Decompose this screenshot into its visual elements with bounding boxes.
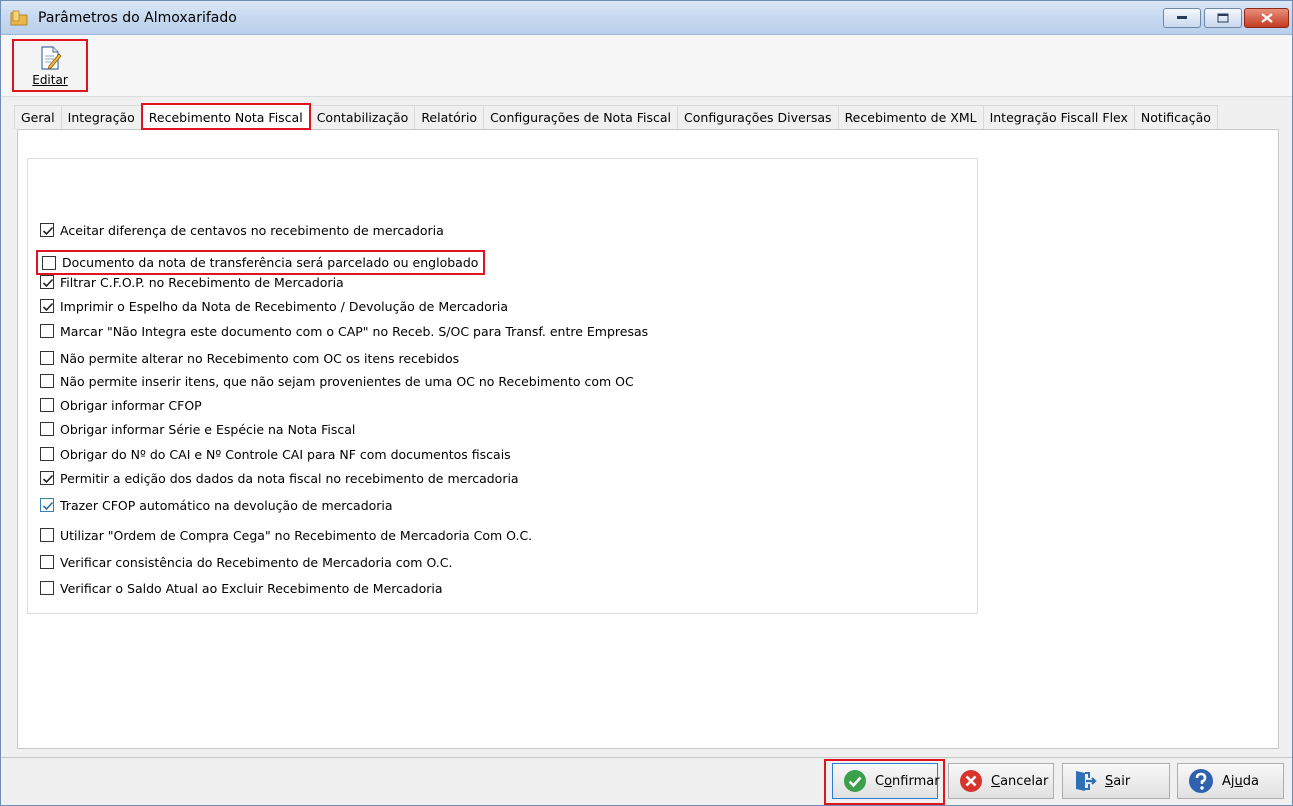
option-label: Trazer CFOP automático na devolução de m…	[60, 497, 393, 513]
checkmark-icon	[42, 302, 54, 312]
checkbox-checked[interactable]	[40, 299, 54, 313]
tab-integracao[interactable]: Integração	[60, 105, 142, 129]
option-label: Utilizar "Ordem de Compra Cega" no Receb…	[60, 527, 533, 543]
option-label: Permitir a edição dos dados da nota fisc…	[60, 470, 519, 486]
help-circle-icon	[1189, 769, 1213, 793]
tab-notificacao[interactable]: Notificação	[1133, 105, 1218, 129]
edit-button[interactable]: Editar	[12, 39, 88, 92]
checkbox-unchecked[interactable]	[40, 555, 54, 569]
option-label: Imprimir o Espelho da Nota de Recebiment…	[60, 298, 509, 314]
tab-relatorio[interactable]: Relatório	[414, 105, 485, 129]
tab-contabilizacao[interactable]: Contabilização	[309, 105, 416, 129]
tab-geral[interactable]: Geral	[14, 105, 62, 129]
option-row[interactable]: Obrigar do Nº do CAI e Nº Controle CAI p…	[40, 445, 511, 463]
tab-configuracoes-de-nota-fiscal[interactable]: Configurações de Nota Fiscal	[483, 105, 679, 129]
cancel-button[interactable]: Cancelar	[948, 763, 1054, 799]
maximize-icon	[1217, 13, 1229, 23]
option-row[interactable]: Marcar "Não Integra este documento com o…	[40, 322, 648, 340]
confirm-label: Confirmar	[875, 773, 940, 789]
option-label: Filtrar C.F.O.P. no Recebimento de Merca…	[60, 274, 344, 290]
checkbox-unchecked[interactable]	[42, 255, 56, 270]
checkmark-icon	[42, 278, 54, 288]
tab-recebimento-nota-fiscal[interactable]: Recebimento Nota Fiscal	[140, 103, 311, 130]
checkbox-checked[interactable]	[40, 275, 54, 289]
option-label: Obrigar informar Série e Espécie na Nota…	[60, 421, 356, 437]
option-row[interactable]: Trazer CFOP automático na devolução de m…	[40, 496, 393, 514]
checkbox-unchecked[interactable]	[40, 398, 54, 412]
checkbox-unchecked[interactable]	[40, 324, 54, 338]
check-circle-icon	[844, 770, 866, 792]
tab-recebimento-de-xml[interactable]: Recebimento de XML	[837, 105, 984, 129]
option-label: Não permite inserir itens, que não sejam…	[60, 373, 634, 389]
option-label: Não permite alterar no Recebimento com O…	[60, 350, 460, 366]
minimize-icon	[1177, 16, 1187, 19]
help-button[interactable]: Ajuda	[1177, 763, 1284, 799]
parameters-window: Parâmetros do Almoxarifado Editar Geral I…	[0, 0, 1293, 806]
option-label: Obrigar informar CFOP	[60, 397, 202, 413]
option-row[interactable]: Obrigar informar CFOP	[40, 396, 202, 414]
checkbox-unchecked[interactable]	[40, 374, 54, 388]
window-title: Parâmetros do Almoxarifado	[38, 10, 237, 26]
toolbar: Editar	[1, 35, 1292, 97]
option-label: Verificar consistência do Recebimento de…	[60, 554, 453, 570]
maximize-button[interactable]	[1204, 8, 1242, 28]
minimize-button[interactable]	[1163, 8, 1201, 28]
option-row[interactable]: Permitir a edição dos dados da nota fisc…	[40, 469, 519, 487]
checkbox-unchecked[interactable]	[40, 351, 54, 365]
options-group: Aceitar diferença de centavos no recebim…	[27, 158, 978, 614]
checkbox-checked[interactable]	[40, 471, 54, 485]
option-row[interactable]: Verificar consistência do Recebimento de…	[40, 553, 452, 571]
x-circle-icon	[960, 770, 982, 792]
tab-integracao-fiscall-flex[interactable]: Integração Fiscall Flex	[982, 105, 1135, 129]
option-label: Marcar "Não Integra este documento com o…	[60, 323, 649, 339]
exit-label: Sair	[1105, 773, 1131, 789]
title-bar[interactable]: Parâmetros do Almoxarifado	[1, 1, 1292, 35]
option-row[interactable]: Utilizar "Ordem de Compra Cega" no Receb…	[40, 526, 532, 544]
close-button[interactable]	[1244, 8, 1289, 28]
checkbox-unchecked[interactable]	[40, 422, 54, 436]
exit-button[interactable]: Sair	[1062, 763, 1170, 799]
option-row[interactable]: Não permite alterar no Recebimento com O…	[40, 349, 459, 367]
edit-document-icon	[41, 46, 62, 70]
tab-panel-recebimento-nota-fiscal: Aceitar diferença de centavos no recebim…	[17, 129, 1279, 749]
checkbox-checked[interactable]	[40, 223, 54, 237]
checkbox-unchecked[interactable]	[40, 528, 54, 542]
tab-strip: Geral Integração Recebimento Nota Fiscal Co…	[14, 103, 1218, 130]
option-row[interactable]: Aceitar diferença de centavos no recebim…	[40, 221, 444, 239]
checkbox-unchecked[interactable]	[40, 581, 54, 595]
exit-door-icon	[1076, 771, 1097, 791]
checkbox-checked[interactable]	[40, 498, 54, 512]
option-label: Documento da nota de transferência será …	[62, 255, 479, 270]
edit-button-label: Editar	[32, 73, 68, 87]
option-row[interactable]: Documento da nota de transferência será …	[36, 250, 486, 275]
option-row[interactable]: Verificar o Saldo Atual ao Excluir Receb…	[40, 579, 443, 597]
close-icon	[1260, 13, 1273, 23]
tab-configuracoes-diversas[interactable]: Configurações Diversas	[677, 105, 839, 129]
tab-control: Geral Integração Recebimento Nota Fiscal Co…	[14, 101, 1281, 751]
option-row[interactable]: Imprimir o Espelho da Nota de Recebiment…	[40, 297, 508, 315]
checkmark-icon	[42, 474, 54, 484]
option-row[interactable]: Não permite inserir itens, que não sejam…	[40, 372, 634, 390]
option-row[interactable]: Filtrar C.F.O.P. no Recebimento de Merca…	[40, 273, 344, 291]
checkmark-icon	[42, 501, 54, 511]
option-label: Verificar o Saldo Atual ao Excluir Receb…	[60, 580, 443, 596]
cancel-label: Cancelar	[991, 773, 1049, 789]
help-label: Ajuda	[1222, 773, 1259, 789]
folder-icon	[10, 10, 28, 26]
option-label: Aceitar diferença de centavos no recebim…	[60, 222, 444, 238]
option-row[interactable]: Obrigar informar Série e Espécie na Nota…	[40, 420, 355, 438]
bottom-bar: Confirmar Cancelar Sair Ajuda	[1, 757, 1292, 805]
checkmark-icon	[42, 226, 54, 236]
checkbox-unchecked[interactable]	[40, 447, 54, 461]
confirm-button[interactable]: Confirmar	[832, 763, 940, 799]
option-label: Obrigar do Nº do CAI e Nº Controle CAI p…	[60, 446, 511, 462]
